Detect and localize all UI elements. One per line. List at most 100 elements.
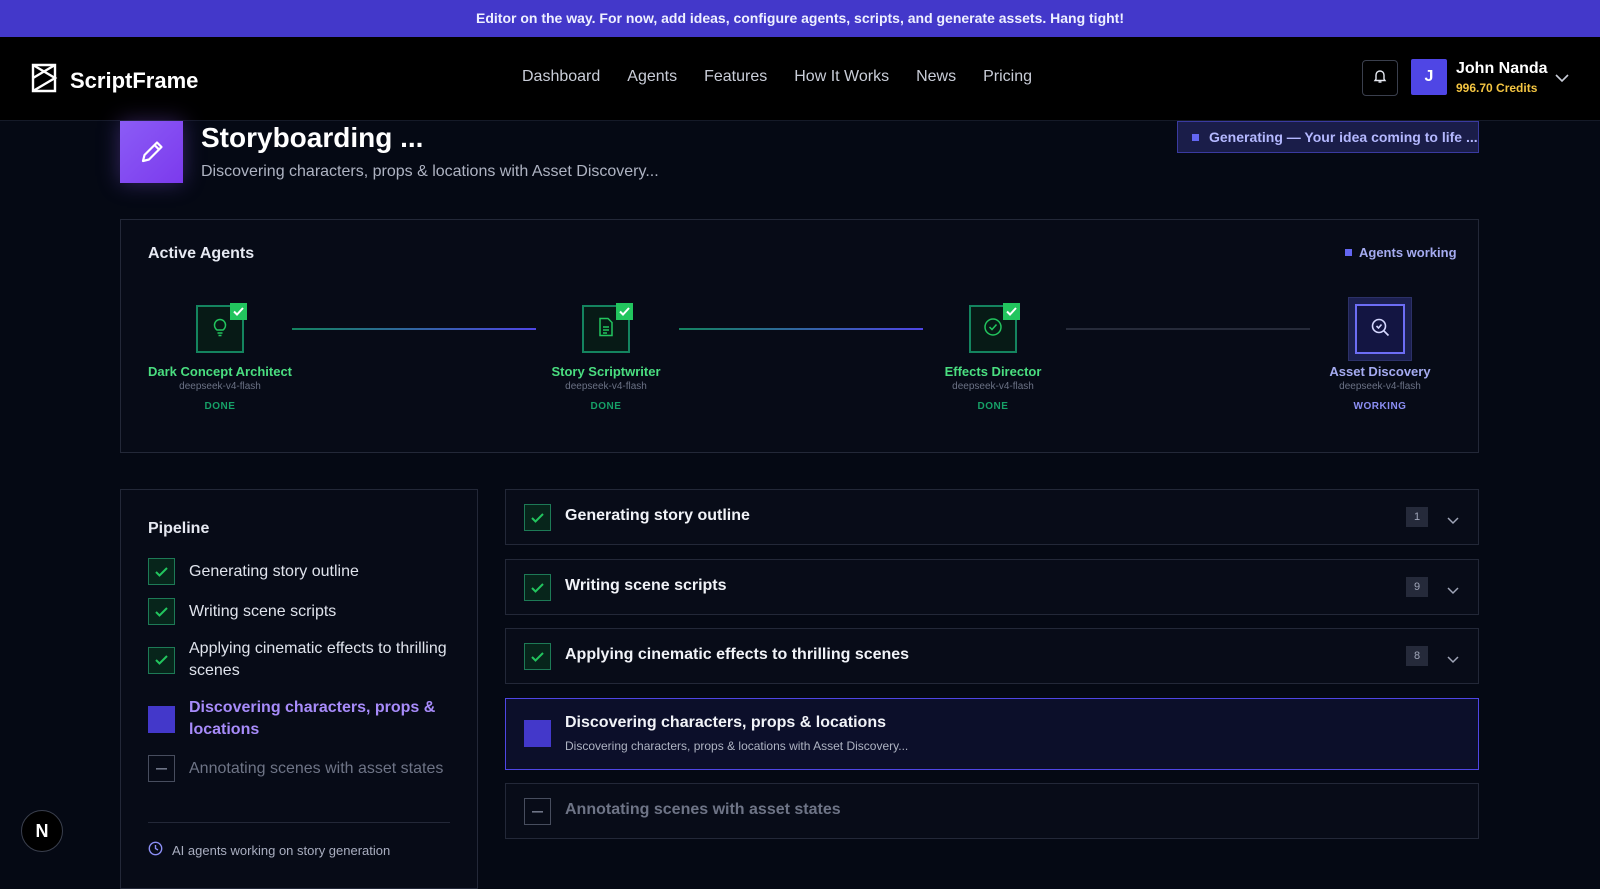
agent-name: Dark Concept Architect <box>148 364 292 379</box>
pipeline-item[interactable]: Applying cinematic effects to thrilling … <box>148 638 450 682</box>
agent-node-asset-discovery[interactable] <box>1355 304 1405 354</box>
agent-info: Asset Discovery deepseek-v4-flash WORKIN… <box>1280 364 1480 412</box>
minus-icon <box>524 798 551 825</box>
nav-link-features[interactable]: Features <box>704 68 767 86</box>
pipeline-item-label: Applying cinematic effects to thrilling … <box>189 640 447 679</box>
pipeline-item-label: Generating story outline <box>189 562 359 580</box>
agent-model: deepseek-v4-flash <box>1339 381 1421 392</box>
step-card[interactable]: Applying cinematic effects to thrilling … <box>505 628 1479 684</box>
nav-link-agents[interactable]: Agents <box>627 68 677 86</box>
search-icon <box>1369 316 1391 343</box>
clapperboard-icon <box>30 63 58 98</box>
agent-name: Effects Director <box>944 364 1042 379</box>
check-circle-icon <box>983 317 1003 342</box>
pipeline-item[interactable]: Writing scene scripts <box>148 598 450 625</box>
pipeline-title: Pipeline <box>148 520 210 537</box>
active-step-indicator <box>524 720 551 747</box>
checkmark-icon <box>148 646 175 674</box>
pipeline-item-label: Discovering characters, props & location… <box>189 699 436 738</box>
divider <box>148 822 450 823</box>
bell-icon <box>1372 68 1388 89</box>
active-step-indicator <box>148 705 175 733</box>
pipeline-item-label: Annotating scenes with asset states <box>189 759 444 777</box>
agent-state: WORKING <box>1353 401 1407 412</box>
agent-model: deepseek-v4-flash <box>565 381 647 392</box>
nav-link-news[interactable]: News <box>916 68 956 86</box>
checkmark-icon <box>148 558 175 585</box>
step-count-badge: 9 <box>1406 577 1428 597</box>
nav-link-how-it-works[interactable]: How It Works <box>794 68 889 86</box>
status-square-icon <box>1345 249 1352 256</box>
agent-name: Asset Discovery <box>1329 364 1431 379</box>
banner-text: Editor on the way. For now, add ideas, c… <box>476 10 1124 26</box>
pipeline-item-pending[interactable]: Annotating scenes with asset states <box>148 755 450 782</box>
agent-state: DONE <box>590 401 622 412</box>
page-title: Storyboarding ... <box>201 122 424 153</box>
step-count-badge: 8 <box>1406 646 1428 666</box>
brand-logo[interactable]: ScriptFrame <box>30 63 198 98</box>
nav-link-pricing[interactable]: Pricing <box>983 68 1032 86</box>
step-label: Discovering characters, props & location… <box>565 714 886 731</box>
agent-info: Effects Director deepseek-v4-flash DONE <box>893 364 1093 412</box>
chevron-down-icon[interactable] <box>1447 512 1459 530</box>
agent-connector <box>292 328 536 330</box>
agent-model: deepseek-v4-flash <box>952 381 1034 392</box>
step-card[interactable]: Writing scene scripts 9 <box>505 559 1479 615</box>
pipeline-item-active[interactable]: Discovering characters, props & location… <box>148 697 450 741</box>
lightbulb-icon <box>210 317 230 342</box>
pipeline-panel <box>120 489 478 889</box>
n-floating-button[interactable]: N <box>21 810 63 852</box>
pipeline-item[interactable]: Generating story outline <box>148 558 450 585</box>
chevron-down-icon[interactable] <box>1447 582 1459 600</box>
nav-link-dashboard[interactable]: Dashboard <box>522 68 600 86</box>
chevron-down-icon[interactable] <box>1555 70 1569 88</box>
step-subtitle: Discovering characters, props & location… <box>565 739 909 753</box>
pipeline-item-label: Writing scene scripts <box>189 602 337 620</box>
agents-working-text: Agents working <box>1359 245 1457 260</box>
step-label: Applying cinematic effects to thrilling … <box>565 646 910 663</box>
agent-state: DONE <box>977 401 1009 412</box>
credits-balance: 996.70 Credits <box>1456 81 1538 95</box>
avatar[interactable]: J <box>1411 59 1447 95</box>
checkmark-icon <box>616 303 633 320</box>
agent-connector <box>679 328 923 330</box>
checkmark-icon <box>524 574 551 601</box>
agent-info: Story Scriptwriter deepseek-v4-flash DON… <box>506 364 706 412</box>
agent-state: DONE <box>204 401 236 412</box>
step-label: Annotating scenes with asset states <box>565 801 841 818</box>
document-icon <box>597 317 615 342</box>
step-card[interactable]: Generating story outline 1 <box>505 489 1479 545</box>
agent-model: deepseek-v4-flash <box>179 381 261 392</box>
checkmark-icon <box>524 504 551 531</box>
announcement-banner: Editor on the way. For now, add ideas, c… <box>0 0 1600 37</box>
step-label: Writing scene scripts <box>565 577 727 594</box>
checkmark-icon <box>524 643 551 670</box>
step-label: Generating story outline <box>565 507 750 524</box>
agent-connector <box>1066 328 1310 330</box>
checkmark-icon <box>230 303 247 320</box>
clock-icon <box>148 841 163 859</box>
top-navbar: ScriptFrame Dashboard Agents Features Ho… <box>0 37 1600 121</box>
minus-icon <box>148 755 175 782</box>
generating-status-text: Generating — Your idea coming to life ..… <box>1209 129 1478 145</box>
user-name[interactable]: John Nanda <box>1456 60 1548 78</box>
step-count-badge: 1 <box>1406 507 1428 527</box>
main-nav: Dashboard Agents Features How It Works N… <box>522 68 1032 86</box>
agent-name: Story Scriptwriter <box>551 364 661 379</box>
pencil-icon <box>120 121 183 183</box>
pipeline-footer: AI agents working on story generation <box>148 841 390 859</box>
pipeline-footer-text: AI agents working on story generation <box>172 842 391 858</box>
active-agents-panel <box>120 219 1479 453</box>
status-square-icon <box>1192 133 1199 141</box>
active-agents-title: Active Agents <box>148 245 255 262</box>
agents-working-status: Agents working <box>1345 245 1457 260</box>
agent-info: Dark Concept Architect deepseek-v4-flash… <box>120 364 320 412</box>
page-subtitle: Discovering characters, props & location… <box>201 163 659 180</box>
notifications-button[interactable] <box>1362 60 1398 96</box>
brand-name: ScriptFrame <box>70 67 199 93</box>
checkmark-icon <box>148 598 175 625</box>
generating-status-badge: Generating — Your idea coming to life ..… <box>1177 121 1479 153</box>
step-card-active[interactable]: Discovering characters, props & location… <box>505 698 1479 770</box>
step-card-pending[interactable]: Annotating scenes with asset states <box>505 783 1479 839</box>
chevron-down-icon[interactable] <box>1447 651 1459 669</box>
